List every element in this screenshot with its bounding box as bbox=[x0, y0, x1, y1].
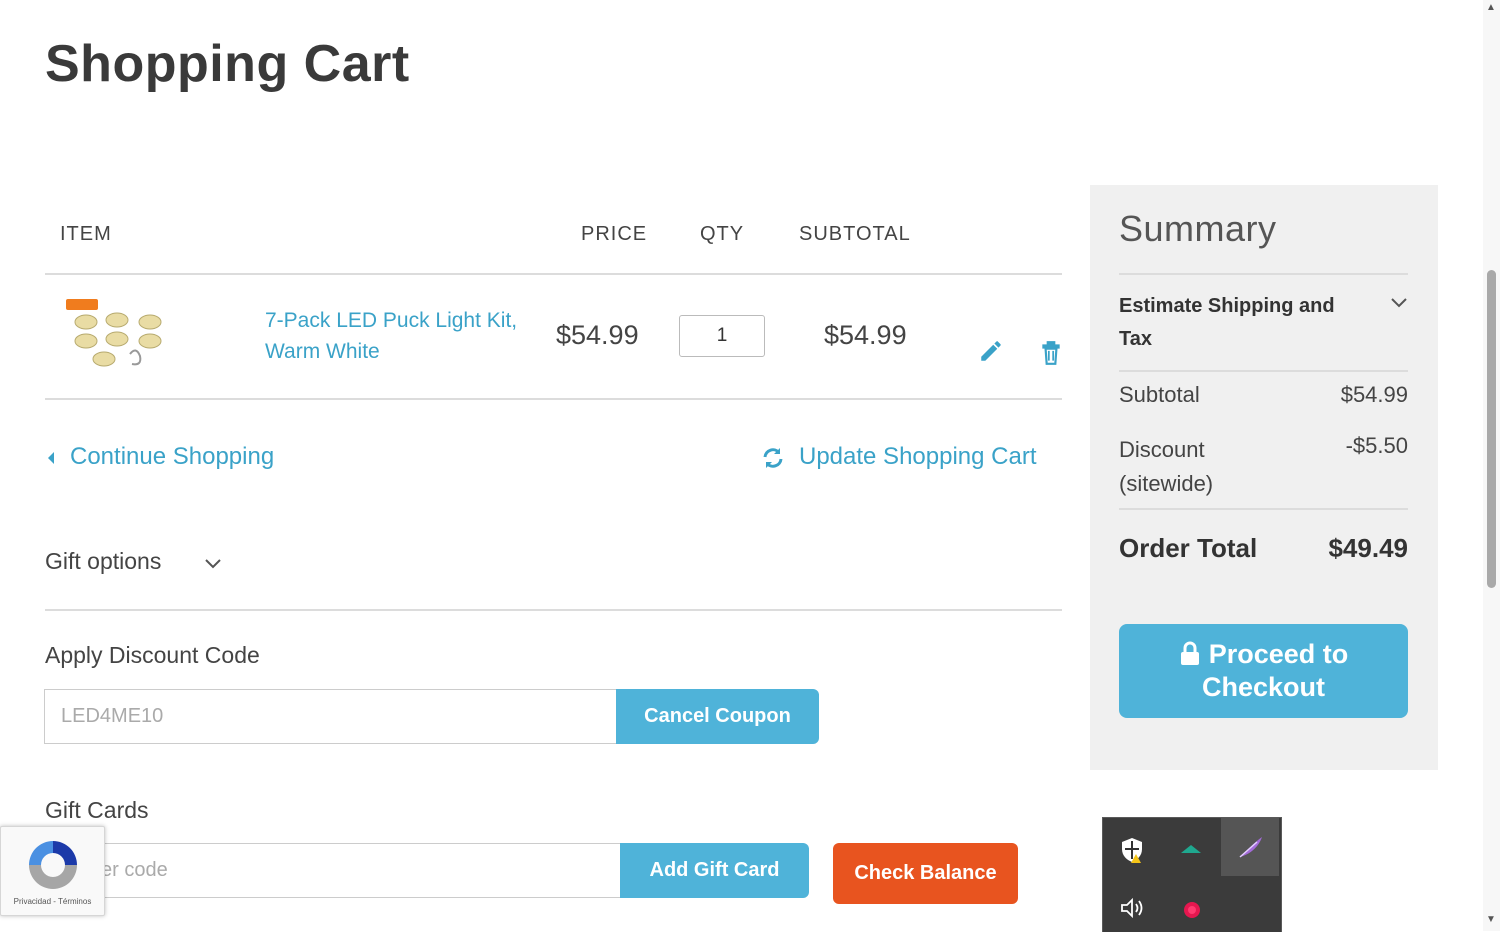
order-total-label: Order Total bbox=[1119, 533, 1258, 563]
app-status-icon[interactable] bbox=[1181, 899, 1203, 921]
scrollbar-thumb[interactable] bbox=[1487, 270, 1496, 588]
divider bbox=[1119, 273, 1408, 275]
chevron-left-icon bbox=[46, 450, 56, 466]
scroll-down-icon[interactable]: ▼ bbox=[1486, 914, 1496, 925]
divider bbox=[1119, 508, 1408, 510]
divider bbox=[45, 398, 1062, 400]
pencil-icon[interactable] bbox=[978, 338, 1004, 364]
check-balance-button[interactable]: Check Balance bbox=[833, 843, 1018, 904]
update-cart-link[interactable]: Update Shopping Cart bbox=[799, 443, 1037, 471]
product-name-link[interactable]: 7-Pack LED Puck Light Kit, Warm White bbox=[265, 305, 525, 367]
estimate-shipping-toggle[interactable]: Estimate Shipping and Tax bbox=[1119, 290, 1369, 356]
divider bbox=[1119, 370, 1408, 372]
add-gift-card-button[interactable]: Add Gift Card bbox=[620, 843, 809, 898]
quantity-input[interactable]: 1 bbox=[679, 315, 765, 357]
lock-icon bbox=[1179, 640, 1201, 665]
divider bbox=[45, 609, 1062, 611]
trash-icon[interactable] bbox=[1040, 340, 1062, 366]
cloud-icon[interactable] bbox=[1179, 842, 1203, 854]
col-header-qty: QTY bbox=[700, 223, 745, 245]
refresh-icon bbox=[761, 446, 785, 470]
col-header-subtotal: SUBTOTAL bbox=[799, 223, 911, 245]
page-title: Shopping Cart bbox=[45, 35, 410, 93]
discount-value: -$5.50 bbox=[1345, 433, 1408, 458]
summary-title: Summary bbox=[1119, 208, 1277, 249]
order-total-value: $49.49 bbox=[1328, 533, 1408, 563]
product-thumbnail[interactable] bbox=[62, 296, 170, 376]
discount-heading: Apply Discount Code bbox=[45, 642, 260, 668]
product-subtotal: $54.99 bbox=[824, 320, 907, 350]
continue-shopping-link[interactable]: Continue Shopping bbox=[70, 443, 274, 471]
gift-options-toggle[interactable]: Gift options bbox=[45, 548, 161, 575]
shield-icon[interactable] bbox=[1119, 836, 1145, 864]
subtotal-value: $54.99 bbox=[1340, 382, 1408, 407]
subtotal-label: Subtotal bbox=[1119, 382, 1200, 407]
cancel-coupon-button[interactable]: Cancel Coupon bbox=[616, 689, 819, 744]
chevron-down-icon[interactable] bbox=[1390, 296, 1408, 308]
recaptcha-badge[interactable]: Privacidad - Términos bbox=[0, 826, 105, 916]
system-tray-popup bbox=[1102, 817, 1282, 932]
col-header-price: PRICE bbox=[581, 223, 648, 245]
col-header-item: ITEM bbox=[60, 223, 112, 245]
feather-icon[interactable] bbox=[1237, 834, 1265, 860]
chevron-down-icon[interactable] bbox=[204, 557, 222, 569]
recaptcha-logo-icon bbox=[23, 835, 83, 895]
volume-icon[interactable] bbox=[1119, 896, 1147, 920]
product-price: $54.99 bbox=[556, 320, 639, 350]
gift-cards-heading: Gift Cards bbox=[45, 797, 149, 823]
checkout-label: Proceed to Checkout bbox=[1201, 639, 1349, 702]
discount-label: Discount (sitewide) bbox=[1119, 437, 1214, 496]
gift-card-input[interactable]: er code bbox=[44, 843, 622, 898]
recaptcha-footer[interactable]: Privacidad - Términos bbox=[1, 897, 104, 906]
divider bbox=[45, 273, 1062, 275]
proceed-to-checkout-button[interactable]: Proceed to Checkout bbox=[1119, 624, 1408, 718]
discount-code-input[interactable]: LED4ME10 bbox=[44, 689, 618, 744]
scroll-up-icon[interactable]: ▲ bbox=[1486, 2, 1496, 13]
